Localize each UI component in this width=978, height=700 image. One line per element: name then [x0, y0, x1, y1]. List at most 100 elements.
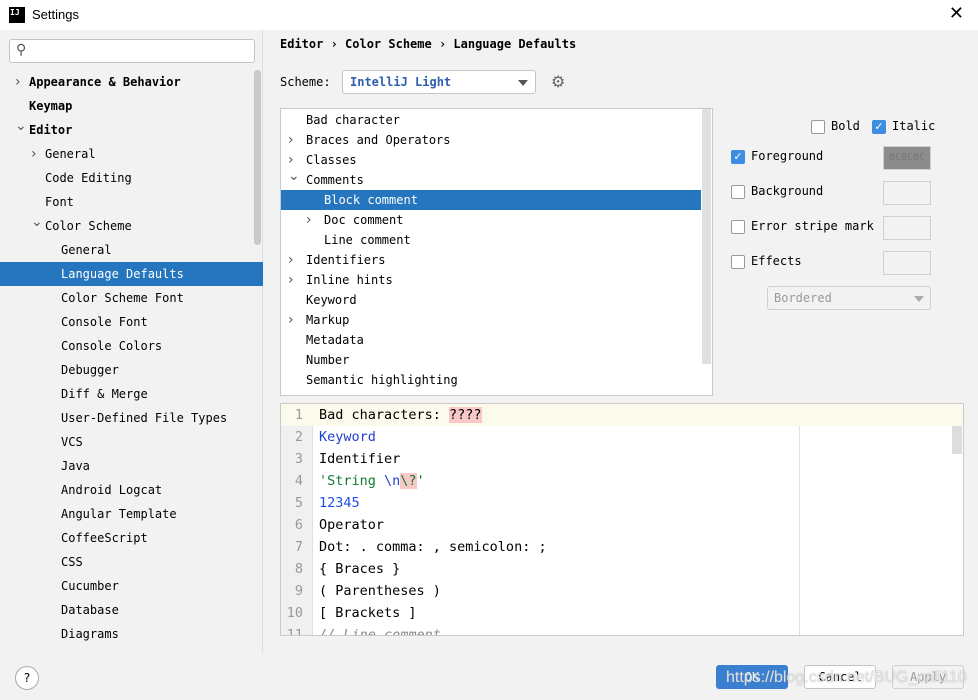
- sidebar-item[interactable]: Keymap: [0, 94, 263, 118]
- attribute-item[interactable]: Number: [281, 350, 701, 370]
- error-stripe-checkbox[interactable]: [731, 220, 745, 234]
- attribute-label: Line comment: [324, 230, 411, 250]
- sidebar-item[interactable]: Code Editing: [0, 166, 263, 190]
- attribute-tree: Bad character›Braces and Operators›Class…: [280, 108, 713, 396]
- help-button[interactable]: ?: [15, 666, 39, 690]
- sidebar-item[interactable]: Console Colors: [0, 334, 263, 358]
- sidebar-item[interactable]: › Appearance & Behavior: [0, 70, 263, 94]
- attribute-item[interactable]: Line comment: [281, 230, 701, 250]
- attribute-item[interactable]: ›Identifiers: [281, 250, 701, 270]
- italic-checkbox[interactable]: ✓: [872, 120, 886, 134]
- sidebar-item-label: VCS: [61, 430, 83, 454]
- attribute-item[interactable]: Metadata: [281, 330, 701, 350]
- chevron-right-icon[interactable]: ›: [288, 250, 294, 270]
- attribute-item[interactable]: Semantic highlighting: [281, 370, 701, 390]
- sidebar-item[interactable]: Color Scheme Font: [0, 286, 263, 310]
- chevron-down-icon: [518, 80, 528, 91]
- sidebar-item[interactable]: CSS: [0, 550, 263, 574]
- sidebar-item[interactable]: CoffeeScript: [0, 526, 263, 550]
- attribute-scrollbar[interactable]: [702, 109, 711, 364]
- sidebar-item-label: Color Scheme Font: [61, 286, 184, 310]
- preview-editor[interactable]: 1Bad characters: ????2Keyword3Identifier…: [280, 403, 964, 636]
- line-number: 7: [281, 536, 303, 558]
- code-line: 7Dot: . comma: , semicolon: ;: [281, 536, 963, 558]
- attribute-item[interactable]: › Markup: [281, 310, 701, 330]
- sidebar-item-label: Database: [61, 598, 119, 622]
- apply-button[interactable]: Apply: [892, 665, 964, 689]
- background-checkbox[interactable]: [731, 185, 745, 199]
- sidebar-item[interactable]: Console Font: [0, 310, 263, 334]
- error-stripe-color-swatch[interactable]: [883, 216, 931, 240]
- window-title: Settings: [32, 7, 79, 22]
- effects-label: Effects: [751, 254, 802, 268]
- error-stripe-label: Error stripe mark: [751, 219, 874, 233]
- sidebar-item[interactable]: ›General: [0, 142, 263, 166]
- bold-checkbox[interactable]: [811, 120, 825, 134]
- attribute-item[interactable]: ›Inline hints: [281, 270, 701, 290]
- chevron-down-icon[interactable]: ⌄: [288, 166, 300, 186]
- chevron-right-icon[interactable]: ›: [31, 142, 37, 166]
- sidebar-item[interactable]: ⌄Editor: [0, 118, 263, 142]
- chevron-right-icon[interactable]: ›: [288, 310, 294, 330]
- sidebar-item-label: Appearance & Behavior: [29, 70, 181, 94]
- sidebar-item[interactable]: Language Defaults: [0, 262, 263, 286]
- code-text: 'String \n\?': [319, 470, 425, 492]
- sidebar-item[interactable]: Diagrams: [0, 622, 263, 646]
- chevron-down-icon[interactable]: ⌄: [15, 114, 27, 138]
- attribute-list: Bad character›Braces and Operators›Class…: [281, 110, 701, 390]
- line-number: 9: [281, 580, 303, 602]
- cancel-button[interactable]: Cancel: [804, 665, 876, 689]
- scheme-select[interactable]: IntelliJ Light: [342, 70, 536, 94]
- sidebar-item[interactable]: VCS: [0, 430, 263, 454]
- gear-icon[interactable]: ⚙: [551, 72, 565, 91]
- background-color-swatch[interactable]: [883, 181, 931, 205]
- sidebar-item[interactable]: Android Logcat: [0, 478, 263, 502]
- sidebar-scrollbar[interactable]: [254, 70, 261, 245]
- sidebar-item[interactable]: Cucumber: [0, 574, 263, 598]
- sidebar-item[interactable]: Angular Template: [0, 502, 263, 526]
- sidebar-item[interactable]: User-Defined File Types: [0, 406, 263, 430]
- scheme-label: Scheme:: [280, 75, 331, 89]
- sidebar-item[interactable]: General: [0, 238, 263, 262]
- sidebar-item[interactable]: ⌄Color Scheme: [0, 214, 263, 238]
- attribute-label: Metadata: [306, 330, 364, 350]
- sidebar-item[interactable]: Diff & Merge: [0, 382, 263, 406]
- chevron-right-icon[interactable]: ›: [288, 270, 294, 290]
- attribute-item[interactable]: Keyword: [281, 290, 701, 310]
- attribute-item[interactable]: Bad character: [281, 110, 701, 130]
- close-icon[interactable]: ✕: [949, 3, 964, 24]
- attribute-label: Keyword: [306, 290, 357, 310]
- effects-color-swatch[interactable]: [883, 251, 931, 275]
- attribute-label: Markup: [306, 310, 349, 330]
- attribute-item[interactable]: ›Braces and Operators: [281, 130, 701, 150]
- sidebar-item-label: General: [61, 238, 112, 262]
- effects-checkbox[interactable]: [731, 255, 745, 269]
- attribute-item[interactable]: ›Classes: [281, 150, 701, 170]
- line-number: 4: [281, 470, 303, 492]
- ok-button[interactable]: OK: [716, 665, 788, 689]
- chevron-right-icon[interactable]: ›: [15, 70, 21, 94]
- code-line: 1Bad characters: ????: [281, 404, 963, 426]
- foreground-color-swatch[interactable]: 8C8C8C: [883, 146, 931, 170]
- sidebar-item-label: Console Font: [61, 310, 148, 334]
- chevron-right-icon[interactable]: ›: [288, 130, 294, 150]
- attribute-item[interactable]: Block comment: [281, 190, 701, 210]
- effects-style-select[interactable]: Bordered: [767, 286, 931, 310]
- chevron-down-icon[interactable]: ⌄: [31, 210, 43, 234]
- code-line: 11// Line comment: [281, 624, 963, 636]
- sidebar-item-label: Keymap: [29, 94, 72, 118]
- sidebar-item[interactable]: Java: [0, 454, 263, 478]
- foreground-checkbox[interactable]: ✓: [731, 150, 745, 164]
- sidebar-item[interactable]: Debugger: [0, 358, 263, 382]
- sidebar-item[interactable]: Database: [0, 598, 263, 622]
- attribute-label: Block comment: [324, 190, 418, 210]
- attribute-item[interactable]: ⌄Comments: [281, 170, 701, 190]
- chevron-down-icon: [914, 296, 924, 307]
- line-number: 11: [281, 624, 303, 636]
- line-number: 5: [281, 492, 303, 514]
- chevron-right-icon[interactable]: ›: [306, 210, 312, 230]
- code-token: 12345: [319, 495, 360, 511]
- search-input[interactable]: ⚲: [9, 39, 255, 63]
- attribute-item[interactable]: ›Doc comment: [281, 210, 701, 230]
- breadcrumb: Editor › Color Scheme › Language Default…: [280, 37, 576, 51]
